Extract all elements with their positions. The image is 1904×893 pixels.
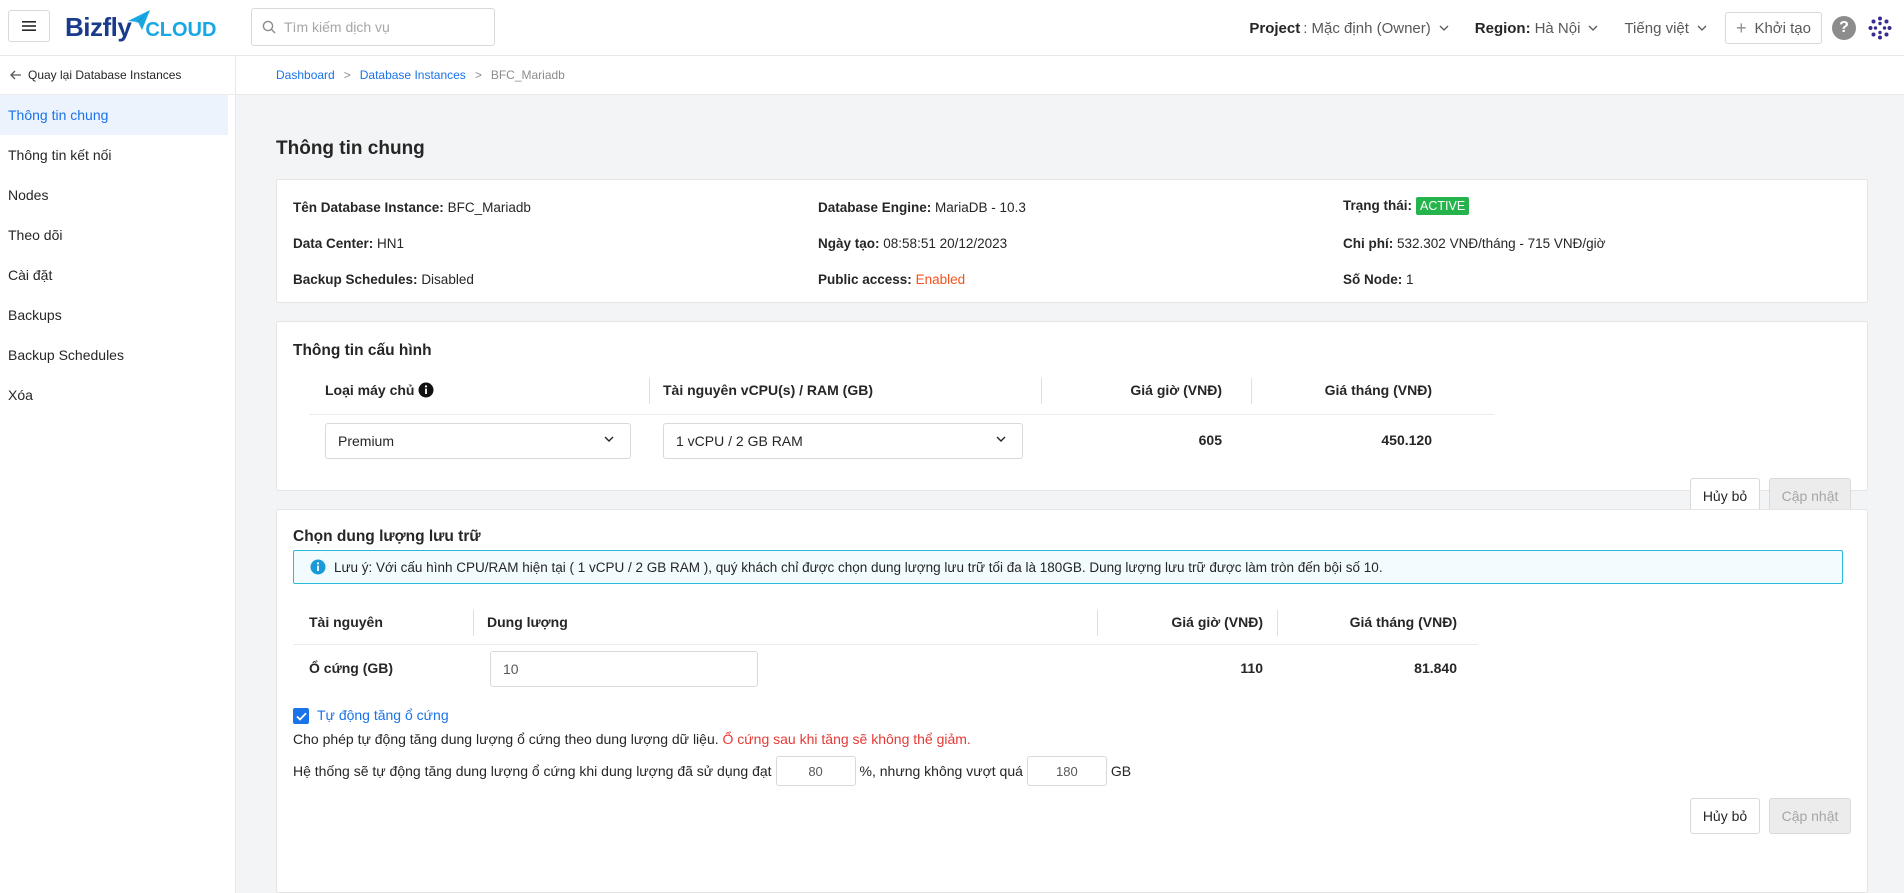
breadcrumb: Dashboard > Database Instances > BFC_Mar… [236,56,1904,95]
storage-notice: Lưu ý: Với cấu hình CPU/RAM hiện tại ( 1… [293,550,1843,584]
hamburger-icon [22,21,36,31]
col-resource-type: Tài nguyên [309,614,383,630]
status: Trạng thái: ACTIVE [1343,197,1470,215]
check-icon [295,712,307,721]
info-icon[interactable] [418,382,434,398]
chevron-down-icon [1697,25,1707,31]
help-icon[interactable]: ? [1832,16,1856,40]
col-capacity: Dung lượng [487,614,568,630]
storage-month-price: 81.840 [1414,660,1457,676]
info-icon [310,559,326,575]
config-title: Thông tin cấu hình [293,342,432,359]
threshold-line: Hệ thống sẽ tự động tăng dung lượng ổ cứ… [293,756,1131,786]
sidebar-item-nodes[interactable]: Nodes [0,175,235,215]
config-hour-price: 605 [1198,432,1222,448]
storage-update-button[interactable]: Cập nhật [1769,798,1851,834]
storage-hour-price: 110 [1240,660,1263,676]
back-link[interactable]: Quay lại Database Instances [0,56,235,95]
apps-grid-icon[interactable] [1868,16,1892,40]
sidebar-item-settings[interactable]: Cài đặt [0,255,235,295]
col-storage-hour-price: Giá giờ (VNĐ) [1171,614,1263,630]
disk-row-label: Ổ cứng (GB) [309,660,394,676]
sidebar-item-backup-schedules[interactable]: Backup Schedules [0,335,235,375]
sidebar-item-connection[interactable]: Thông tin kết nối [0,135,235,175]
chevron-down-icon [1439,25,1449,31]
region-dropdown[interactable]: Region: Hà Nội [1475,20,1599,37]
server-type-select[interactable]: Premium [325,423,631,459]
sidebar-item-delete[interactable]: Xóa [0,375,235,415]
chevron-down-icon [1588,25,1598,31]
threshold-percent-input[interactable] [775,756,856,786]
search-box[interactable] [251,8,495,46]
config-month-price: 450.120 [1381,432,1432,448]
top-bar: Bizfly CLOUD Project : Mặc định (Owner) … [0,0,1904,56]
auto-increase-checkbox[interactable] [293,708,309,724]
breadcrumb-database-instances[interactable]: Database Instances [360,68,466,82]
chevron-down-icon [996,436,1006,442]
auto-increase-warning: Ổ cứng sau khi tăng sẽ không thể giảm. [722,731,971,747]
search-icon [262,20,276,34]
bizfly-logo[interactable]: Bizfly CLOUD [65,10,216,44]
sidebar: Quay lại Database Instances Thông tin ch… [0,56,236,893]
storage-cancel-button[interactable]: Hủy bỏ [1690,798,1760,834]
col-hour-price: Giá giờ (VNĐ) [1130,382,1222,398]
backup-schedules: Backup Schedules: Disabled [293,272,474,287]
col-month-price: Giá tháng (VNĐ) [1324,382,1432,398]
resource-select[interactable]: 1 vCPU / 2 GB RAM [663,423,1023,459]
menu-button[interactable] [8,10,50,42]
breadcrumb-dashboard[interactable]: Dashboard [276,68,335,82]
language-dropdown[interactable]: Tiếng việt [1624,20,1707,37]
arrow-left-icon [10,70,21,80]
created-date: Ngày tạo: 08:58:51 20/12/2023 [818,236,1008,251]
page-title: Thông tin chung [276,138,425,159]
breadcrumb-current: BFC_Mariadb [490,68,565,82]
sidebar-item-general[interactable]: Thông tin chung [0,95,228,135]
storage-card: Chọn dung lượng lưu trữ Lưu ý: Với cấu h… [276,509,1868,893]
disk-capacity-input[interactable] [490,651,758,687]
storage-title: Chọn dung lượng lưu trữ [293,528,481,545]
status-badge: ACTIVE [1416,197,1470,215]
database-engine: Database Engine: MariaDB - 10.3 [818,200,1026,215]
cost: Chi phí: 532.302 VNĐ/tháng - 715 VNĐ/giờ [1343,236,1606,251]
plus-icon: + [1735,17,1747,38]
col-storage-month-price: Giá tháng (VNĐ) [1349,614,1457,630]
instance-name: Tên Database Instance: BFC_Mariadb [293,200,531,215]
project-dropdown[interactable]: Project : Mặc định (Owner) [1249,20,1449,37]
max-capacity-input[interactable] [1026,756,1107,786]
main-content: Dashboard > Database Instances > BFC_Mar… [236,56,1904,893]
config-card: Thông tin cấu hình Loại máy chủ Tài nguy… [276,321,1868,514]
node-count: Số Node: 1 [1343,272,1414,287]
sidebar-item-backups[interactable]: Backups [0,295,235,335]
data-center: Data Center: HN1 [293,236,405,251]
auto-increase-desc: Cho phép tự động tăng dung lượng ổ cứng … [293,731,971,747]
general-info-card: Tên Database Instance: BFC_Mariadb Data … [276,179,1868,303]
public-access: Public access: Enabled [818,272,966,287]
sidebar-item-monitoring[interactable]: Theo dõi [0,215,235,255]
create-button[interactable]: + Khởi tạo [1724,12,1822,44]
search-input[interactable] [284,19,484,35]
chevron-down-icon [604,436,614,442]
auto-increase-label[interactable]: Tự động tăng ổ cứng [317,707,449,723]
col-server-type: Loại máy chủ [325,382,434,398]
col-resource: Tài nguyên vCPU(s) / RAM (GB) [663,382,874,398]
